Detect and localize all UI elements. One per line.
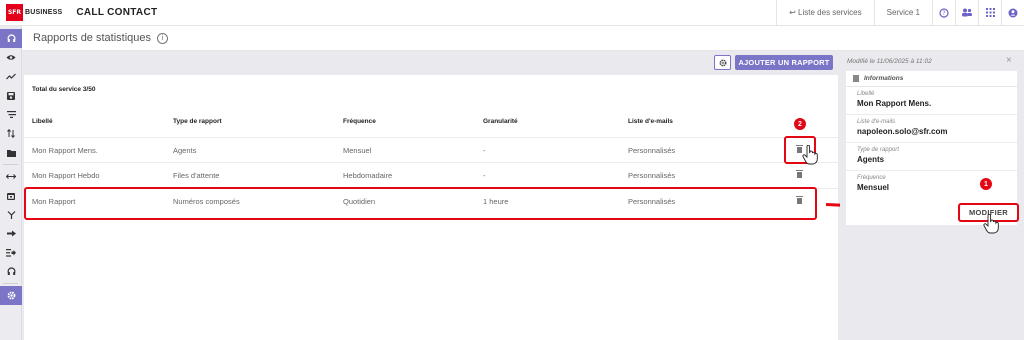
sfr-business-logo[interactable]: SFR BUSINESS <box>6 4 62 21</box>
folder-icon[interactable] <box>0 143 22 162</box>
informations-card: Informations Libellé Mon Rapport Mens. L… <box>846 71 1017 225</box>
sidebar-divider <box>3 283 18 284</box>
arrows-icon[interactable] <box>0 167 22 186</box>
trash-icon[interactable] <box>795 169 804 180</box>
cell-libelle: Mon Rapport Mens. <box>32 146 98 155</box>
row-highlight-box <box>24 187 817 220</box>
column-header-emails[interactable]: Liste d'e-mails <box>628 118 673 125</box>
field-type: Type de rapport Agents <box>846 143 1017 171</box>
service-selector[interactable]: Service 1 <box>873 0 932 25</box>
topbar-actions: ↩ Liste des services Service 1 ? <box>776 0 1024 25</box>
users-icon[interactable] <box>955 0 978 25</box>
table-row[interactable]: Mon Rapport Mens. Agents Mensuel - Perso… <box>24 137 838 162</box>
info-icon[interactable]: i <box>157 32 169 44</box>
field-label: Type de rapport <box>857 147 899 153</box>
services-list-link[interactable]: ↩ Liste des services <box>776 0 874 25</box>
field-label: Liste d'e-mails <box>857 119 896 125</box>
save-icon[interactable] <box>0 86 22 105</box>
cell-type: Agents <box>173 146 197 155</box>
user-account-icon[interactable] <box>1001 0 1024 25</box>
headphones-icon[interactable] <box>0 262 22 281</box>
document-icon <box>853 75 859 82</box>
field-value: Agents <box>857 155 885 164</box>
headset-icon[interactable] <box>0 29 22 48</box>
column-header-frequence[interactable]: Fréquence <box>343 118 376 125</box>
cell-frequence: Hebdomadaire <box>343 171 393 180</box>
step-badge-1: 1 <box>980 178 992 190</box>
report-details-panel: Modifié le 11/06/2025 à 11:02 × Informat… <box>840 51 1024 340</box>
field-value: napoleon.solo@sfr.com <box>857 127 948 136</box>
column-header-granularite[interactable]: Granularité <box>483 118 518 125</box>
table-row[interactable]: Mon Rapport Hebdo Files d'attente Hebdom… <box>24 162 838 187</box>
cell-libelle: Mon Rapport Hebdo <box>32 171 100 180</box>
service-total: Total du service 3/50 <box>32 86 96 93</box>
field-emails: Liste d'e-mails napoleon.solo@sfr.com <box>846 115 1017 143</box>
eye-icon[interactable] <box>0 48 22 67</box>
field-value: Mensuel <box>857 183 890 192</box>
forward-icon[interactable] <box>0 224 22 243</box>
pointer-hand-icon <box>802 144 818 170</box>
sfr-logo-mark: SFR <box>6 4 23 21</box>
page-header: Rapports de statistiques i <box>22 26 1024 51</box>
informations-title: Informations <box>864 75 904 82</box>
cell-emails: Personnalisés <box>628 171 676 180</box>
queue-forward-icon[interactable] <box>0 243 22 262</box>
cell-frequence: Mensuel <box>343 146 372 155</box>
cell-type: Files d'attente <box>173 171 220 180</box>
cell-emails: Personnalisés <box>628 146 676 155</box>
column-header-type[interactable]: Type de rapport <box>173 118 222 125</box>
field-libelle: Libellé Mon Rapport Mens. <box>846 87 1017 115</box>
logo-text: BUSINESS <box>25 9 63 16</box>
table-header: Libellé Type de rapport Fréquence Granul… <box>24 118 838 132</box>
cell-granularite: - <box>483 171 486 180</box>
step-badge-2: 2 <box>794 118 806 130</box>
field-label: Fréquence <box>857 175 886 181</box>
column-header-libelle[interactable]: Libellé <box>32 118 53 125</box>
pointer-hand-icon <box>983 213 999 239</box>
sidebar-divider <box>3 164 18 165</box>
apps-grid-icon[interactable] <box>978 0 1001 25</box>
help-icon[interactable]: ? <box>932 0 955 25</box>
add-report-button[interactable]: AJOUTER UN RAPPORT <box>735 55 833 70</box>
informations-header: Informations <box>846 71 1017 87</box>
app-title: CALL CONTACT <box>76 7 158 18</box>
gear-icon[interactable] <box>0 286 22 305</box>
fork-icon[interactable] <box>0 205 22 224</box>
svg-text:?: ? <box>942 10 945 17</box>
settings-button[interactable] <box>714 55 731 70</box>
modified-timestamp: Modifié le 11/06/2025 à 11:02 <box>847 58 932 65</box>
close-icon[interactable]: × <box>1006 55 1012 66</box>
filter-lines-icon[interactable] <box>0 105 22 124</box>
cell-granularite: - <box>483 146 486 155</box>
top-bar: SFR BUSINESS CALL CONTACT ↩ Liste des se… <box>0 0 1024 26</box>
trend-icon[interactable] <box>0 67 22 86</box>
field-value: Mon Rapport Mens. <box>857 99 932 108</box>
page-title: Rapports de statistiques <box>33 32 152 44</box>
left-sidebar <box>0 26 22 340</box>
sort-icon[interactable] <box>0 124 22 143</box>
reports-toolbar: AJOUTER UN RAPPORT <box>22 53 838 73</box>
field-label: Libellé <box>857 91 875 97</box>
calendar-icon[interactable] <box>0 186 22 205</box>
gear-icon <box>719 59 726 66</box>
